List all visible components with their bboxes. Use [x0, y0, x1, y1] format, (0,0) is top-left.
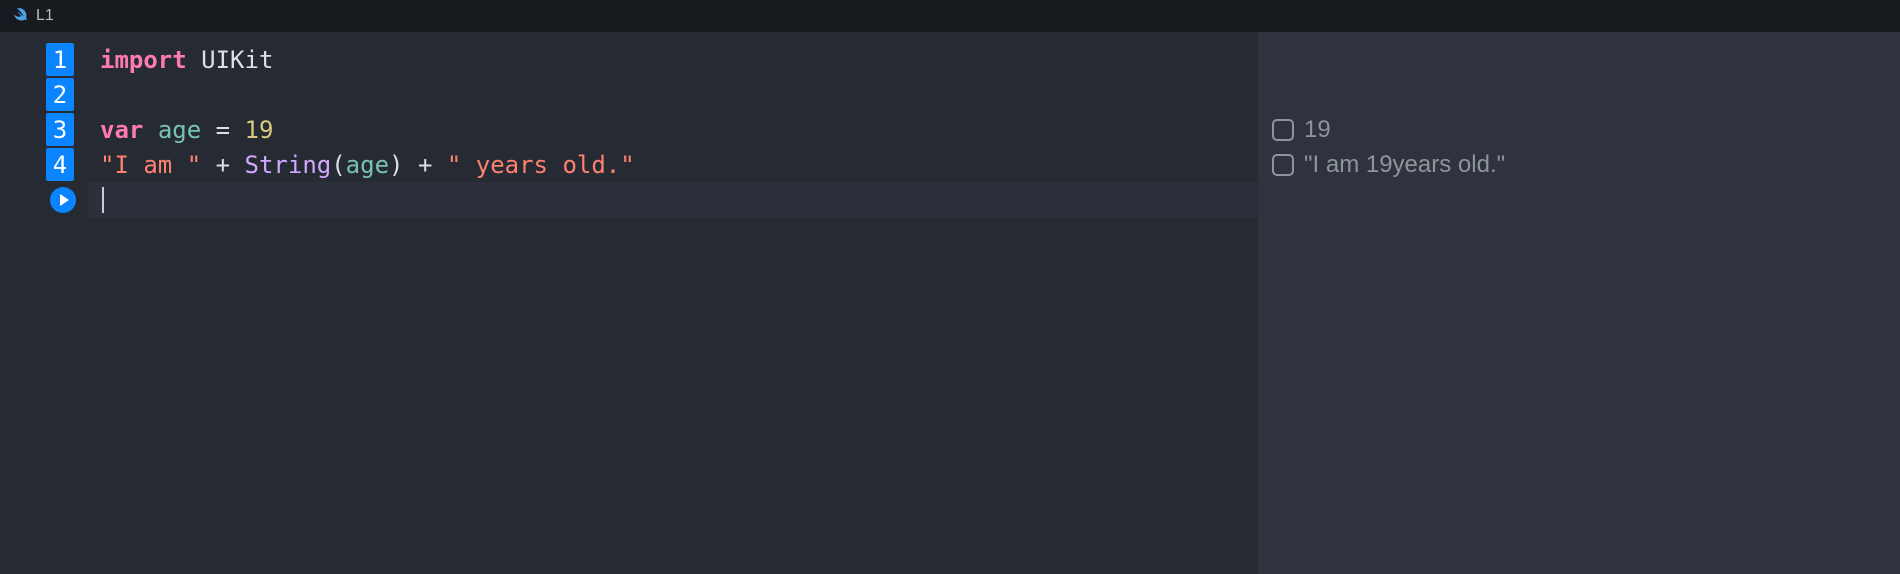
line-number-row[interactable]: 2	[0, 77, 88, 112]
code-area[interactable]: import UIKit var age = 19 "I am " + Stri…	[88, 32, 1258, 574]
main-area: 1 2 3 4 import UIKit var age = 19 "I am …	[0, 32, 1900, 574]
editor-area[interactable]: 1 2 3 4 import UIKit var age = 19 "I am …	[0, 32, 1258, 574]
result-value: 19	[1304, 116, 1331, 144]
code-line[interactable]: import UIKit	[88, 42, 1258, 77]
file-title: L1	[36, 7, 54, 25]
run-row	[0, 182, 88, 217]
line-number: 4	[46, 148, 74, 181]
code-line[interactable]	[88, 77, 1258, 112]
result-value: "I am 19years old."	[1304, 151, 1505, 179]
quicklook-icon[interactable]	[1272, 154, 1294, 176]
code-line[interactable]: var age = 19	[88, 112, 1258, 147]
line-number: 2	[46, 78, 74, 111]
titlebar: L1	[0, 0, 1900, 32]
line-number: 1	[46, 43, 74, 76]
play-icon	[60, 194, 69, 206]
quicklook-icon[interactable]	[1272, 119, 1294, 141]
line-number-row[interactable]: 4	[0, 147, 88, 182]
line-number-row[interactable]: 3	[0, 112, 88, 147]
gutter: 1 2 3 4	[0, 32, 88, 574]
line-number-row[interactable]: 1	[0, 42, 88, 77]
swift-icon	[10, 7, 28, 25]
text-cursor	[102, 187, 104, 213]
result-row[interactable]: 19	[1258, 112, 1900, 147]
current-line-highlight	[88, 182, 1258, 217]
results-panel: 19 "I am 19years old."	[1258, 32, 1900, 574]
run-button[interactable]	[50, 187, 76, 213]
code-line[interactable]: "I am " + String(age) + " years old."	[88, 147, 1258, 182]
result-row[interactable]: "I am 19years old."	[1258, 147, 1900, 182]
line-number: 3	[46, 113, 74, 146]
